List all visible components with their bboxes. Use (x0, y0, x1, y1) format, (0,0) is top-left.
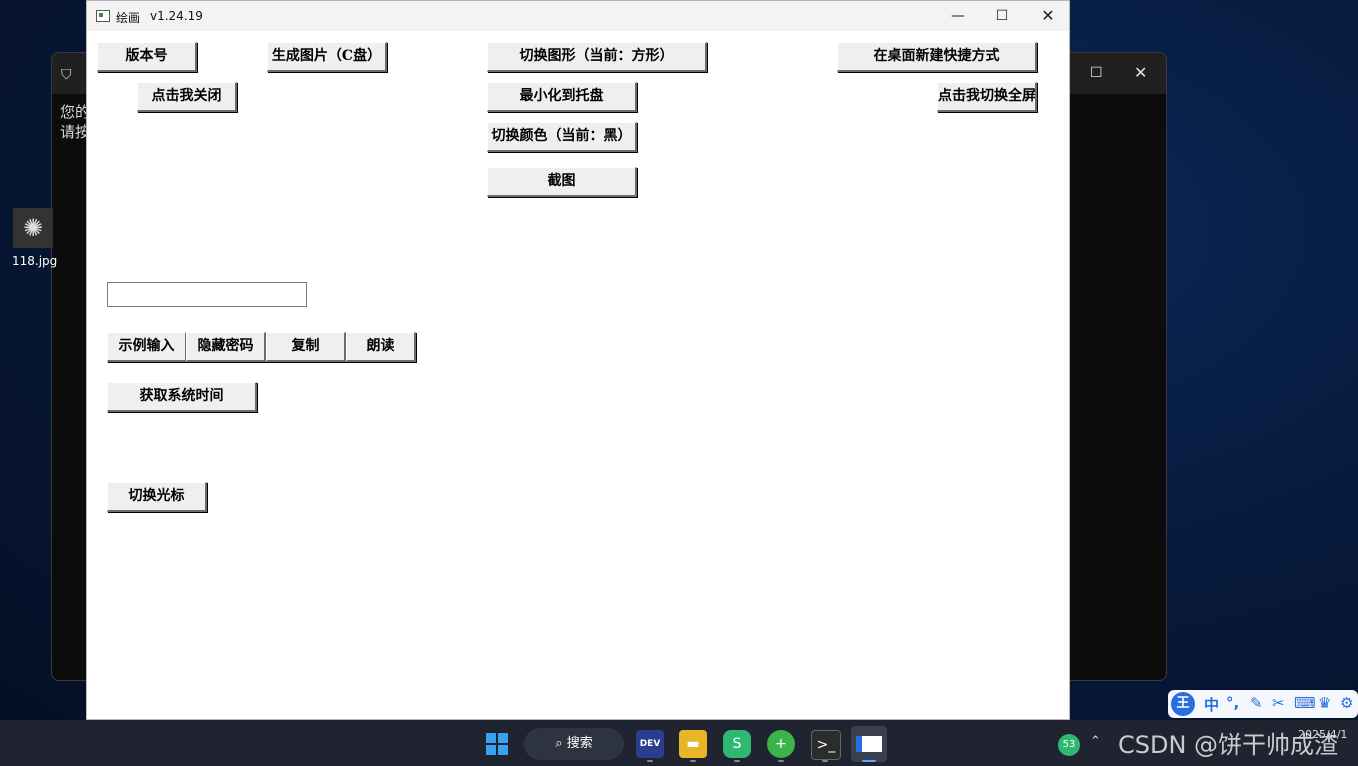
terminal-icon[interactable]: >_ (811, 730, 841, 760)
running-indicator (647, 760, 653, 762)
close-icon[interactable]: ✕ (1033, 5, 1063, 27)
close-icon[interactable]: ✕ (1134, 63, 1147, 82)
switch-color-button[interactable]: 切换颜色（当前：黑） (487, 122, 637, 152)
ime-toolbar[interactable]: 王 中 °, ✎ ✂ ⌨ ♛ ⚙ (1168, 690, 1358, 718)
switch-shape-button[interactable]: 切换图形（当前：方形） (487, 42, 707, 72)
window-title: 绘画 (116, 11, 141, 25)
windows-start-icon[interactable] (486, 733, 508, 755)
running-indicator (778, 760, 784, 762)
minimize-to-tray-button[interactable]: 最小化到托盘 (487, 82, 637, 112)
clock-date[interactable]: 2025/4/1 (1298, 728, 1347, 741)
scissors-icon[interactable]: ✂ (1272, 694, 1285, 712)
ime-logo[interactable]: 王 (1171, 692, 1195, 716)
copy-button[interactable]: 复制 (266, 332, 346, 362)
sample-input-button[interactable]: 示例输入 (107, 332, 187, 362)
app-window: 绘画 v1.24.19 — ☐ ✕ 版本号 生成图片（C盘） 切换图形（当前：方… (86, 0, 1070, 720)
notification-badge[interactable]: 53 (1058, 734, 1080, 756)
devecostudio-icon[interactable]: DEV (636, 730, 664, 758)
maximize-icon[interactable]: ☐ (987, 5, 1017, 27)
image-file-icon: ✺ (13, 208, 53, 248)
toggle-fullscreen-button[interactable]: 点击我切换全屏 (937, 82, 1037, 112)
window-version: v1.24.19 (150, 9, 203, 23)
search-label: 搜索 (566, 736, 593, 751)
minimize-icon[interactable]: — (943, 5, 973, 27)
skin-icon[interactable]: ♛ (1318, 694, 1331, 712)
window-titlebar[interactable]: 绘画 v1.24.19 — ☐ ✕ (87, 1, 1069, 31)
app-s-icon[interactable]: S (723, 730, 751, 758)
keyboard-icon[interactable]: ⌨ (1294, 694, 1316, 712)
get-system-time-button[interactable]: 获取系统时间 (107, 382, 257, 412)
generate-image-button[interactable]: 生成图片（C盘） (267, 42, 387, 72)
ime-language[interactable]: 中 (1204, 694, 1219, 715)
switch-cursor-button[interactable]: 切换光标 (107, 482, 207, 512)
running-indicator (822, 760, 828, 762)
app-icon (96, 10, 110, 22)
paint-app-taskbar-icon[interactable] (851, 726, 887, 762)
desktop-file-label: 118.jpg (12, 254, 58, 268)
taskbar-search[interactable]: ⌕ 搜索 (524, 728, 624, 760)
desktop-file-icon[interactable]: ✺ 118.jpg (12, 208, 58, 268)
close-me-button[interactable]: 点击我关闭 (137, 82, 237, 112)
punctuation-icon[interactable]: °, (1226, 694, 1239, 712)
maximize-icon[interactable]: ☐ (1090, 65, 1103, 81)
running-indicator (734, 760, 740, 762)
active-indicator (862, 760, 876, 762)
screenshot-button[interactable]: 截图 (487, 167, 637, 197)
text-input[interactable] (107, 282, 307, 307)
read-aloud-button[interactable]: 朗读 (346, 332, 416, 362)
desktop-shortcut-button[interactable]: 在桌面新建快捷方式 (837, 42, 1037, 72)
running-indicator (690, 760, 696, 762)
hide-password-button[interactable]: 隐藏密码 (186, 332, 266, 362)
file-explorer-icon[interactable]: ▬ (679, 730, 707, 758)
settings-icon[interactable]: ⚙ (1340, 694, 1353, 712)
app-green-icon[interactable]: + (767, 730, 795, 758)
shield-icon: ⛉ (61, 67, 72, 83)
version-button[interactable]: 版本号 (97, 42, 197, 72)
chevron-up-icon[interactable]: ⌃ (1090, 734, 1101, 749)
pen-icon[interactable]: ✎ (1250, 694, 1263, 712)
